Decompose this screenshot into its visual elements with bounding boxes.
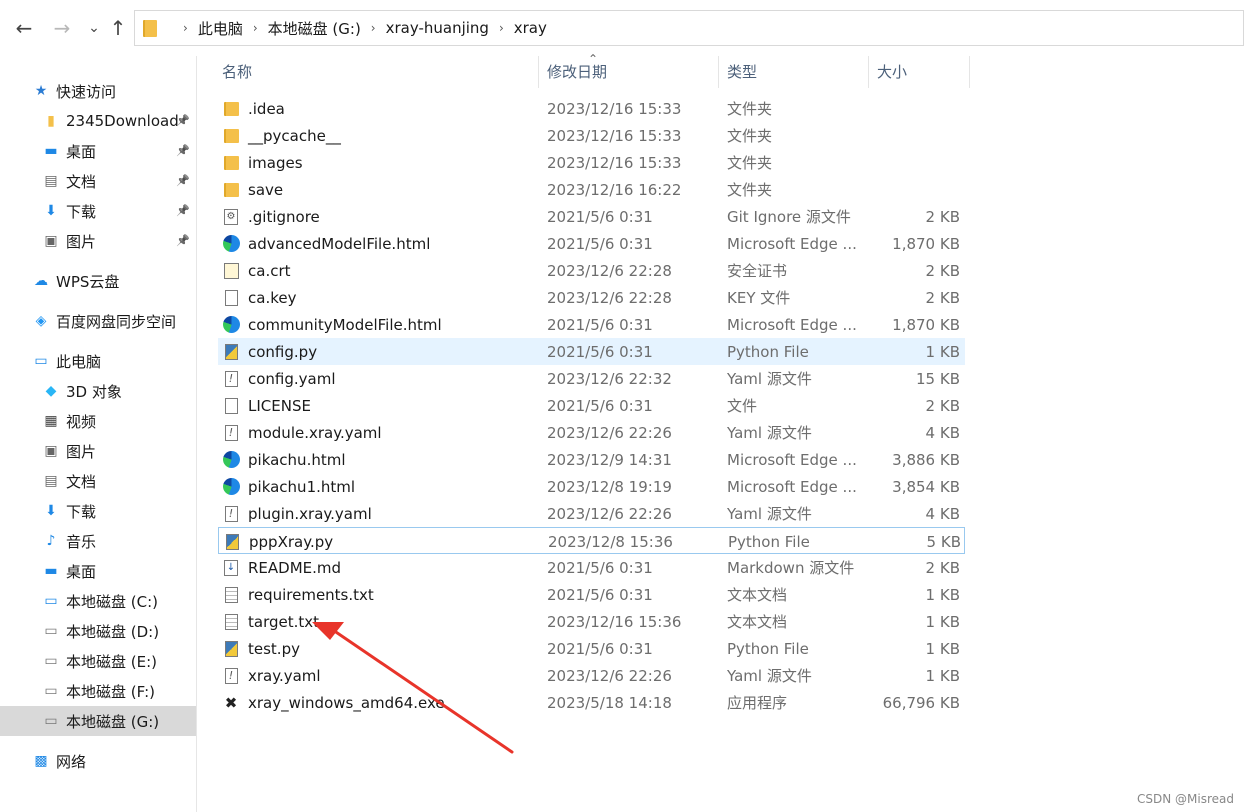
annotation-arrow	[312, 622, 514, 754]
watermark: CSDN @Misread	[1137, 792, 1234, 806]
